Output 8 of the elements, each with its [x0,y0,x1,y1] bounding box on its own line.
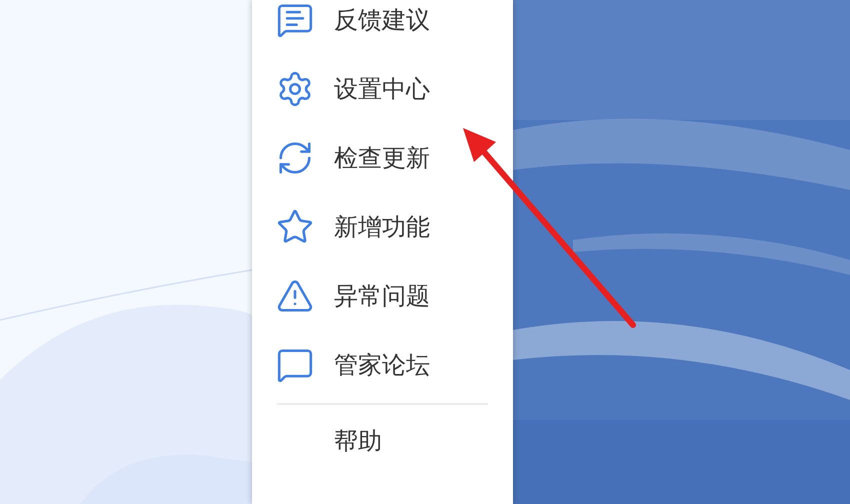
menu-item[interactable]: 管家论坛 [252,330,513,399]
star-icon [276,208,314,246]
menu-item[interactable]: 反馈建议 [252,0,513,54]
menu-item[interactable]: 异常问题 [252,261,513,330]
menu-item[interactable]: 帮助 [252,405,513,477]
menu-item[interactable]: 设置中心 [252,54,513,123]
menu-item[interactable]: 检查更新 [252,123,513,192]
menu-item[interactable]: 新增功能 [252,192,513,261]
